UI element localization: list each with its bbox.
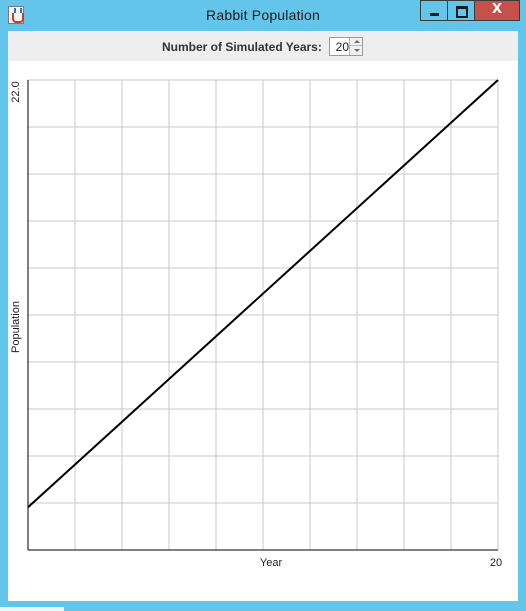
maximize-button[interactable] <box>447 0 474 21</box>
y-max-tick-label: 22.0 <box>10 81 22 102</box>
window-content: Number of Simulated Years: 22.0 Populati… <box>8 31 518 601</box>
controls-panel: Number of Simulated Years: <box>8 31 518 61</box>
taskbar-active-item[interactable] <box>0 607 64 611</box>
y-axis-label: Population <box>10 301 22 353</box>
spinner-down-button[interactable] <box>349 46 362 55</box>
years-spinner[interactable] <box>329 37 363 56</box>
years-label: Number of Simulated Years: <box>162 40 322 54</box>
spinner-up-button[interactable] <box>349 38 362 46</box>
taskbar-strip <box>0 606 526 611</box>
title-bar[interactable]: Rabbit Population X <box>0 0 526 31</box>
close-button[interactable]: X <box>474 0 520 21</box>
minimize-button[interactable] <box>420 0 447 21</box>
years-input[interactable] <box>330 38 350 55</box>
x-max-tick-label: 20 <box>490 557 502 569</box>
population-chart: 22.0 Population Year 20 <box>10 79 502 569</box>
app-window: Rabbit Population X Number of Simulated … <box>0 0 526 611</box>
chart-grid <box>28 79 499 550</box>
x-axis-label: Year <box>260 557 283 569</box>
close-icon: X <box>491 2 503 17</box>
